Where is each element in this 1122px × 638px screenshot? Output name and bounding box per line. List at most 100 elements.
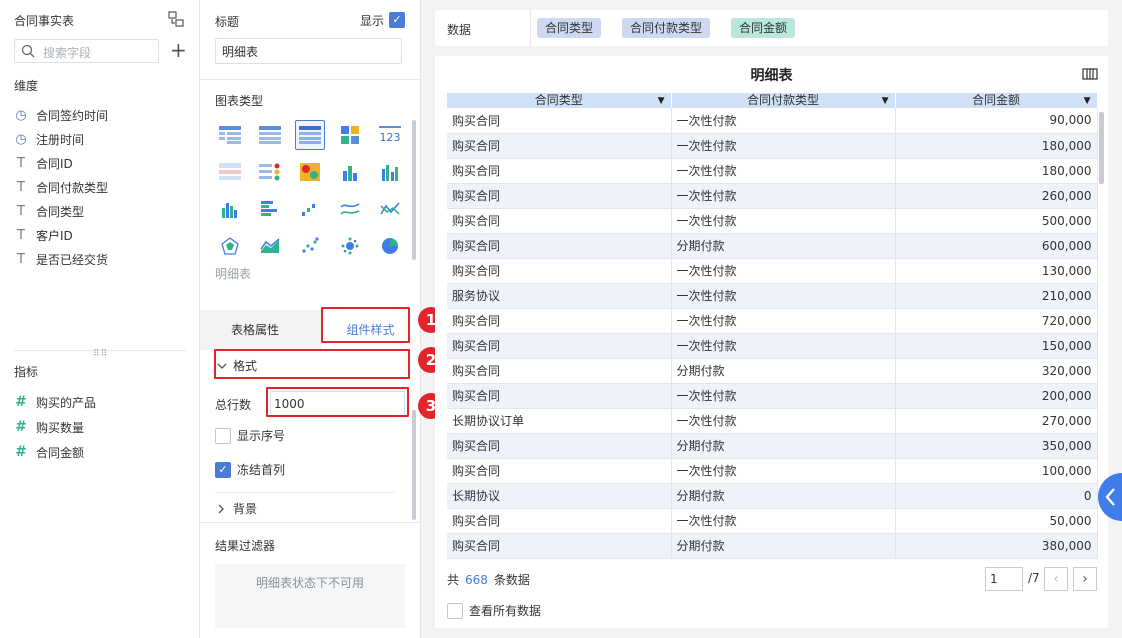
table-tools-icon[interactable] [1082, 68, 1098, 80]
chevron-down-icon [217, 363, 227, 369]
table-cell: 720,000 [895, 308, 1098, 334]
table-row: 服务协议 一次性付款 210,000 [447, 283, 1098, 309]
table-cell: 0 [895, 483, 1098, 509]
total-suffix: 条数据 [493, 573, 530, 587]
grouped-bar-chart-icon[interactable] [375, 157, 405, 187]
field-search-input[interactable]: 搜索字段 [14, 39, 159, 63]
table-cell: 180,000 [895, 158, 1098, 184]
table-cell: 一次性付款 [671, 108, 896, 134]
grouped-table-chart-icon[interactable] [215, 120, 245, 150]
detail-table-chart-icon[interactable] [295, 120, 325, 150]
tab-component-style[interactable]: 组件样式 [321, 310, 420, 350]
data-chip[interactable]: 合同金额 [731, 18, 796, 38]
dimension-field[interactable]: T 客户ID [14, 226, 73, 244]
dimension-field[interactable]: ◷ 合同签约时间 [14, 106, 108, 124]
column-header[interactable]: 合同付款类型 ▼ [671, 93, 896, 108]
metric-field[interactable]: # 购买的产品 [14, 393, 96, 411]
sort-dropdown-icon[interactable]: ▼ [1084, 95, 1091, 108]
column-header[interactable]: 合同金额 ▼ [895, 93, 1098, 108]
table-cell: 购买合同 [447, 233, 672, 259]
dimension-field[interactable]: T 是否已经交货 [14, 250, 108, 268]
bubble-chart-icon[interactable] [335, 231, 365, 261]
area-chart-icon[interactable] [255, 231, 285, 261]
colored-table-chart-icon[interactable] [215, 157, 245, 187]
table-cell: 180,000 [895, 133, 1098, 159]
metric-label: 购买数量 [36, 420, 85, 435]
list-kpi-chart-icon[interactable] [255, 157, 285, 187]
table-cell: 50,000 [895, 508, 1098, 534]
kpi-number-chart-icon[interactable]: 123 [375, 120, 405, 150]
show-index-option[interactable]: 显示序号 [215, 427, 285, 444]
dataset-panel: 合同事实表 搜索字段 + 维度 ◷ 合同签约时间 ◷ 注册时间 T 合同ID T 合同付… [0, 0, 200, 638]
table-cell: 210,000 [895, 283, 1098, 309]
tab-table-properties[interactable]: 表格属性 [200, 310, 310, 350]
sort-dropdown-icon[interactable]: ▼ [882, 95, 889, 108]
metric-field[interactable]: # 合同金额 [14, 443, 84, 461]
heatmap-chart-icon[interactable] [295, 157, 325, 187]
table-cell: 购买合同 [447, 108, 672, 134]
table-cell: 分期付款 [671, 483, 896, 509]
data-chip[interactable]: 合同类型 [537, 18, 602, 38]
total-prefix: 共 [447, 573, 460, 587]
switch-dataset-icon[interactable] [168, 11, 184, 27]
table-cell: 一次性付款 [671, 458, 896, 484]
data-chip[interactable]: 合同付款类型 [622, 18, 711, 38]
table-row: 购买合同 一次性付款 500,000 [447, 208, 1098, 234]
view-all-data-option[interactable]: 查看所有数据 [447, 602, 541, 619]
sort-dropdown-icon[interactable]: ▼ [658, 95, 665, 108]
table-cell: 一次性付款 [671, 158, 896, 184]
area-line-chart-icon[interactable] [335, 194, 365, 224]
dimension-field[interactable]: ◷ 注册时间 [14, 130, 84, 148]
show-title-checkbox[interactable]: ✓ [389, 12, 405, 28]
table-cell: 一次性付款 [671, 308, 896, 334]
horizontal-bar-chart-icon[interactable] [255, 194, 285, 224]
multi-kpi-chart-icon[interactable] [335, 120, 365, 150]
collapse-panel-button[interactable] [1098, 473, 1122, 521]
dimension-field[interactable]: T 合同ID [14, 154, 73, 172]
freeze-first-col-option[interactable]: ✓ 冻结首列 [215, 461, 285, 478]
table-cell: 一次性付款 [671, 283, 896, 309]
radar-chart-icon[interactable] [215, 231, 245, 261]
background-section-header[interactable]: 背景 [217, 500, 257, 517]
resize-grip[interactable]: ⠿⠿ [93, 350, 108, 359]
scatter-bar-chart-icon[interactable] [295, 194, 325, 224]
line-chart-icon[interactable] [375, 194, 405, 224]
table-cell: 100,000 [895, 458, 1098, 484]
table-row: 购买合同 一次性付款 720,000 [447, 308, 1098, 334]
add-field-button[interactable]: + [170, 38, 187, 62]
table-cell: 150,000 [895, 333, 1098, 359]
prev-page-button[interactable]: ‹ [1044, 567, 1068, 591]
dimension-label: 注册时间 [36, 132, 85, 147]
table-cell: 长期协议订单 [447, 408, 672, 434]
metric-label: 合同金额 [36, 445, 85, 460]
stacked-bar-chart-icon[interactable] [335, 157, 365, 187]
show-index-checkbox[interactable] [215, 427, 231, 444]
component-config-panel: 标题 显示 ✓ 明细表 图表类型 123 明细表 表格属性 组件样式 1 格式 … [200, 0, 444, 638]
format-section-header[interactable]: 格式 [217, 357, 257, 374]
metric-field[interactable]: # 购买数量 [14, 418, 84, 436]
table-scrollbar[interactable] [1099, 112, 1104, 184]
section-divider [200, 79, 420, 80]
cross-table-chart-icon[interactable] [255, 120, 285, 150]
table-row: 购买合同 一次性付款 260,000 [447, 183, 1098, 209]
dimension-field[interactable]: T 合同付款类型 [14, 178, 108, 196]
chart-type-scrollbar[interactable] [412, 120, 416, 260]
column-header-label: 合同金额 [971, 93, 1020, 107]
selected-chart-caption: 明细表 [215, 267, 252, 281]
freeze-first-col-checkbox[interactable]: ✓ [215, 461, 231, 478]
dimension-field[interactable]: T 合同类型 [14, 202, 84, 220]
scatter-chart-icon[interactable] [295, 231, 325, 261]
title-input[interactable]: 明细表 [215, 38, 402, 64]
dimension-label: 是否已经交货 [36, 252, 109, 267]
pie-chart-icon[interactable] [375, 231, 405, 261]
next-page-button[interactable]: › [1073, 567, 1097, 591]
column-chart-icon[interactable] [215, 194, 245, 224]
table-cell: 260,000 [895, 183, 1098, 209]
style-scrollbar[interactable] [412, 410, 416, 520]
table-cell: 一次性付款 [671, 133, 896, 159]
page-input[interactable]: 1 [985, 567, 1023, 591]
view-all-checkbox[interactable] [447, 602, 463, 619]
total-rows-input[interactable]: 1000 [270, 391, 405, 417]
dimensions-label: 维度 [14, 79, 39, 93]
column-header[interactable]: 合同类型 ▼ [447, 93, 672, 108]
